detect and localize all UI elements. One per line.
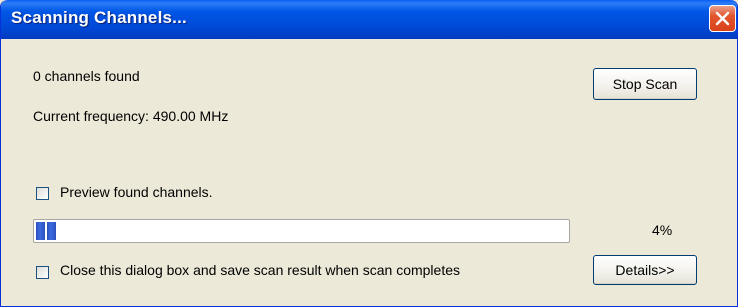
current-frequency-text: Current frequency: 490.00 MHz (33, 108, 229, 124)
close-on-complete-label: Close this dialog box and save scan resu… (60, 262, 460, 278)
close-button[interactable] (709, 5, 736, 32)
preview-checkbox[interactable] (36, 187, 49, 200)
title-bar[interactable]: Scanning Channels... (1, 0, 737, 39)
channels-found-text: 0 channels found (33, 68, 140, 84)
close-icon (715, 11, 730, 26)
scan-dialog-window: Scanning Channels... 0 channels found Cu… (0, 0, 738, 307)
details-button[interactable]: Details>> (593, 255, 697, 285)
stop-scan-label: Stop Scan (612, 76, 678, 92)
preview-checkbox-label: Preview found channels. (60, 184, 213, 200)
scan-progress-fill (36, 222, 57, 240)
close-on-complete-checkbox[interactable] (36, 266, 49, 279)
stop-scan-button[interactable]: Stop Scan (593, 68, 697, 100)
progress-percent: 4% (652, 222, 673, 238)
dialog-title: Scanning Channels... (11, 8, 187, 27)
scan-progress-bar (33, 219, 570, 243)
details-label: Details>> (615, 262, 675, 278)
dialog-body: 0 channels found Current frequency: 490.… (4, 39, 734, 303)
